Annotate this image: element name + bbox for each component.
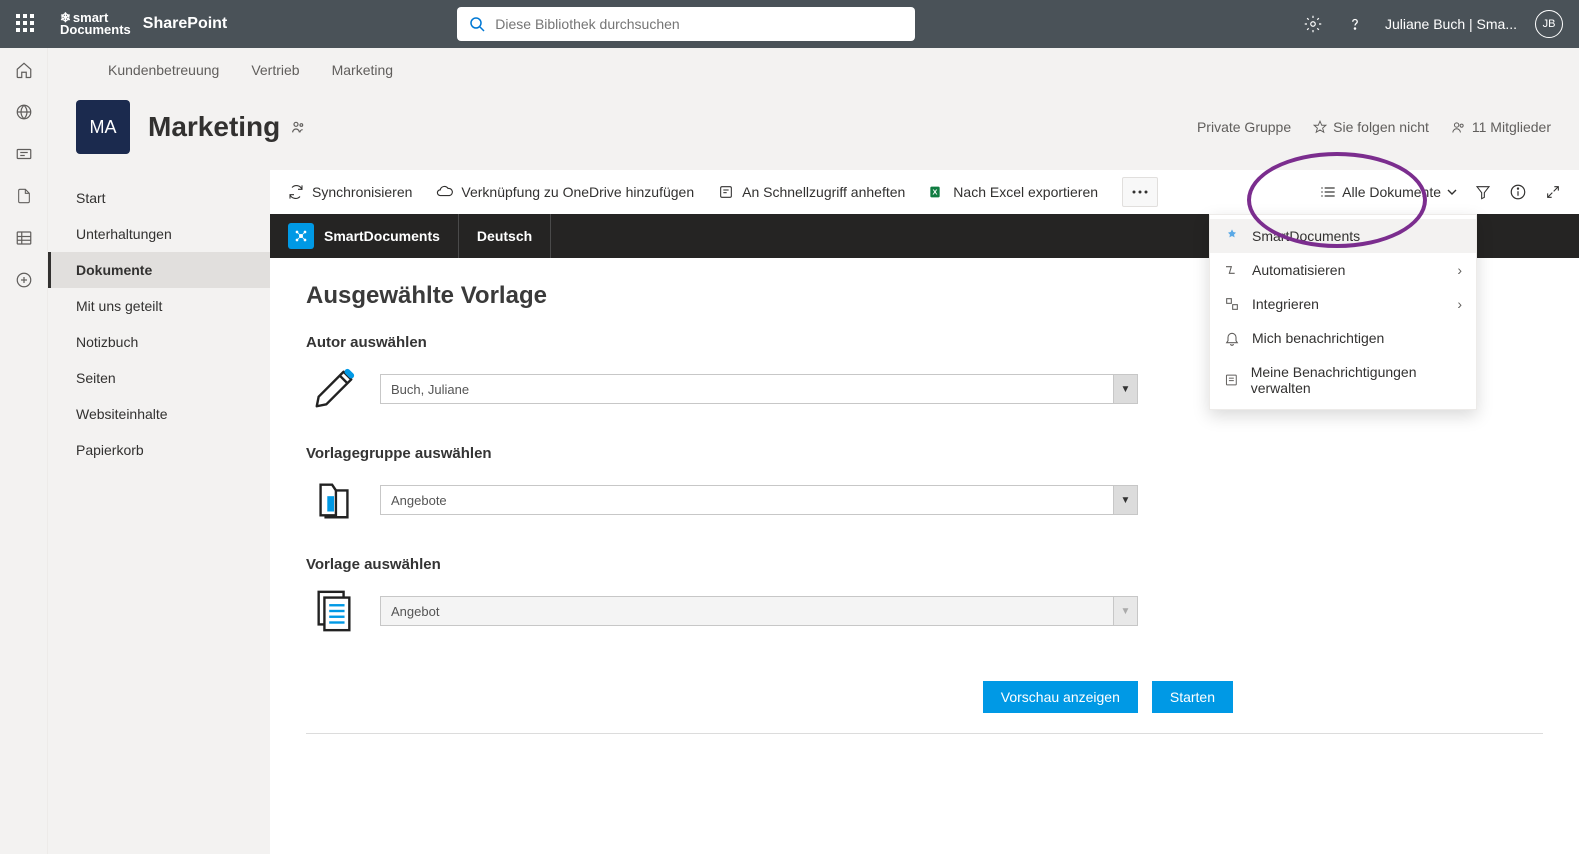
pin-button[interactable]: An Schnellzugriff anheften	[718, 184, 905, 200]
more-actions-button[interactable]	[1122, 177, 1158, 207]
search-input[interactable]	[495, 16, 903, 32]
hub-link[interactable]: Vertrieb	[251, 62, 299, 78]
dropdown-arrow-icon: ▼	[1113, 486, 1137, 514]
preview-button[interactable]: Vorschau anzeigen	[983, 681, 1138, 713]
bell-icon	[1224, 330, 1240, 346]
document-icon	[306, 583, 362, 639]
onedrive-icon	[436, 185, 453, 199]
settings-icon[interactable]	[1301, 12, 1325, 36]
news-icon[interactable]	[14, 144, 34, 164]
tenant-logo[interactable]: ❄smart Documents SharePoint	[60, 12, 227, 36]
create-icon[interactable]	[14, 270, 34, 290]
user-avatar[interactable]: JB	[1535, 10, 1563, 38]
chevron-right-icon: ›	[1457, 262, 1462, 278]
nav-item-start[interactable]: Start	[48, 180, 270, 216]
hub-link[interactable]: Marketing	[332, 62, 393, 78]
lists-icon[interactable]	[14, 228, 34, 248]
chevron-down-icon	[1447, 189, 1457, 195]
site-header: MA Marketing Private Gruppe Sie folgen n…	[48, 92, 1579, 170]
nav-item-sitecontents[interactable]: Websiteinhalte	[48, 396, 270, 432]
svg-text:X: X	[933, 188, 938, 197]
menu-smartdocuments[interactable]: SmartDocuments	[1210, 219, 1476, 253]
search-icon	[469, 16, 485, 32]
integrate-icon	[1224, 296, 1240, 312]
hub-nav: Kundenbetreuung Vertrieb Marketing	[48, 48, 1579, 92]
app-bar	[0, 48, 48, 854]
privacy-label: Private Gruppe	[1197, 119, 1291, 135]
template-label: Vorlage auswählen	[306, 556, 1543, 573]
help-icon[interactable]	[1343, 12, 1367, 36]
site-nav: Start Unterhaltungen Dokumente Mit uns g…	[48, 170, 270, 854]
flow-icon	[1224, 262, 1240, 278]
pin-icon	[718, 184, 734, 200]
sync-icon	[288, 184, 304, 200]
nav-item-shared[interactable]: Mit uns geteilt	[48, 288, 270, 324]
menu-automate[interactable]: Automatisieren ›	[1210, 253, 1476, 287]
app-launcher-icon[interactable]	[16, 14, 36, 34]
author-select[interactable]: Buch, Juliane ▼	[380, 374, 1138, 404]
menu-manage-alerts[interactable]: Meine Benachrichtigungen verwalten	[1210, 355, 1476, 405]
folder-open-icon	[306, 472, 362, 528]
logo-bottom: Documents	[60, 24, 131, 36]
teams-icon[interactable]	[290, 119, 306, 135]
list-view-icon	[1320, 185, 1336, 199]
view-selector[interactable]: Alle Dokumente	[1320, 184, 1457, 200]
nav-item-notebook[interactable]: Notizbuch	[48, 324, 270, 360]
chevron-right-icon: ›	[1457, 296, 1462, 312]
site-tile[interactable]: MA	[76, 100, 130, 154]
command-bar: Synchronisieren Verknüpfung zu OneDrive …	[270, 170, 1579, 214]
follow-toggle[interactable]: Sie folgen nicht	[1313, 119, 1429, 135]
more-actions-menu: SmartDocuments Automatisieren › Integrie…	[1209, 214, 1477, 410]
menu-integrate[interactable]: Integrieren ›	[1210, 287, 1476, 321]
smartdocuments-icon	[1224, 228, 1240, 244]
dropdown-arrow-icon: ▼	[1113, 597, 1137, 625]
group-label: Vorlagegruppe auswählen	[306, 445, 1543, 462]
hub-link[interactable]: Kundenbetreuung	[108, 62, 219, 78]
star-icon	[1313, 120, 1327, 134]
template-select[interactable]: Angebot ▼	[380, 596, 1138, 626]
pencil-icon	[306, 361, 362, 417]
user-name-label[interactable]: Juliane Buch | Sma...	[1385, 16, 1517, 32]
globe-icon[interactable]	[14, 102, 34, 122]
group-select[interactable]: Angebote ▼	[380, 485, 1138, 515]
onedrive-shortcut-button[interactable]: Verknüpfung zu OneDrive hinzufügen	[436, 184, 694, 200]
nav-item-recycle[interactable]: Papierkorb	[48, 432, 270, 468]
home-icon[interactable]	[14, 60, 34, 80]
nav-item-documents[interactable]: Dokumente	[48, 252, 270, 288]
members-link[interactable]: 11 Mitglieder	[1451, 119, 1551, 135]
people-icon	[1451, 120, 1466, 135]
search-box[interactable]	[457, 7, 915, 41]
expand-icon[interactable]	[1545, 184, 1561, 200]
dropdown-arrow-icon: ▼	[1113, 375, 1137, 403]
app-name: SharePoint	[143, 15, 227, 33]
main-panel: Synchronisieren Verknüpfung zu OneDrive …	[270, 170, 1579, 854]
site-title: Marketing	[148, 111, 280, 143]
info-icon[interactable]	[1509, 183, 1527, 201]
sd-root-tab[interactable]: SmartDocuments	[270, 214, 459, 258]
start-button[interactable]: Starten	[1152, 681, 1233, 713]
nav-item-conversations[interactable]: Unterhaltungen	[48, 216, 270, 252]
suite-header: ❄smart Documents SharePoint Juliane Buch…	[0, 0, 1579, 48]
excel-icon: X	[929, 184, 945, 200]
menu-alert-me[interactable]: Mich benachrichtigen	[1210, 321, 1476, 355]
sync-button[interactable]: Synchronisieren	[288, 184, 412, 200]
nav-item-pages[interactable]: Seiten	[48, 360, 270, 396]
breadcrumb-item[interactable]: Deutsch	[459, 214, 551, 258]
alerts-list-icon	[1224, 372, 1239, 388]
filter-icon[interactable]	[1475, 184, 1491, 200]
ellipsis-icon	[1132, 190, 1148, 194]
export-excel-button[interactable]: X Nach Excel exportieren	[929, 184, 1098, 200]
files-icon[interactable]	[14, 186, 34, 206]
